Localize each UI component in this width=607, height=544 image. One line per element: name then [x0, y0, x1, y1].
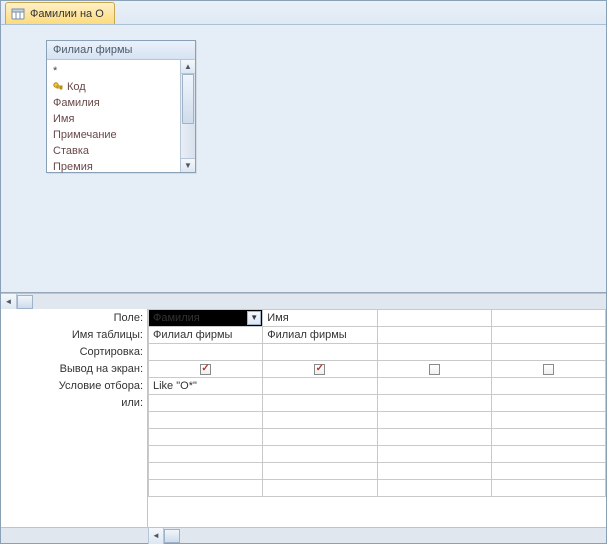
qbe-cell-table[interactable] — [491, 327, 605, 344]
qbe-cell-sort[interactable] — [149, 344, 263, 361]
design-pane-hscroll[interactable]: ◄ — [1, 293, 606, 309]
qbe-cell-blank[interactable] — [377, 480, 491, 497]
show-checkbox[interactable] — [267, 364, 372, 375]
field-label: Фамилия — [53, 97, 100, 109]
qbe-cell-blank[interactable] — [377, 463, 491, 480]
title-strip: Фамилии на О — [1, 1, 606, 25]
field-label: Премия — [53, 161, 93, 173]
qbe-cell-show[interactable] — [377, 361, 491, 378]
qbe-cell-or[interactable] — [377, 395, 491, 412]
qbe-cell-blank[interactable] — [491, 480, 605, 497]
qbe-hscroll-left-button[interactable]: ◄ — [148, 528, 164, 544]
label-criteria: Условие отбора: — [1, 377, 147, 394]
label-show: Вывод на экран: — [1, 360, 147, 377]
qbe-cell-blank[interactable] — [377, 429, 491, 446]
qbe-cell-blank[interactable] — [263, 463, 377, 480]
qbe-cell-blank[interactable] — [491, 429, 605, 446]
field-row[interactable]: Ставка — [47, 143, 180, 159]
qbe-cell-table[interactable] — [377, 327, 491, 344]
field-row[interactable]: Примечание — [47, 127, 180, 143]
field-row[interactable]: Имя — [47, 111, 180, 127]
qbe-cell-blank[interactable] — [377, 446, 491, 463]
primary-key-icon — [53, 82, 63, 92]
object-tab-title: Фамилии на О — [30, 8, 104, 20]
qbe-row-labels: Поле: Имя таблицы: Сортировка: Вывод на … — [1, 309, 148, 527]
field-row[interactable]: Фамилия — [47, 95, 180, 111]
qbe-cell-show[interactable] — [149, 361, 263, 378]
qbe-cell-value: Фамилия — [153, 312, 200, 324]
hscroll-left-button[interactable]: ◄ — [1, 294, 17, 310]
qbe-cell-blank[interactable] — [149, 480, 263, 497]
field-label: Имя — [53, 113, 74, 125]
scroll-up-button[interactable]: ▲ — [181, 60, 195, 74]
qbe-cell-or[interactable] — [263, 395, 377, 412]
table-card-title[interactable]: Филиал фирмы — [47, 41, 195, 60]
table-diagram-pane[interactable]: Филиал фирмы * Код Фамилия Имя Примечание Ста… — [1, 25, 606, 293]
show-checkbox[interactable] — [496, 364, 601, 375]
qbe-columns[interactable]: Фамилия ▼ИмяФилиал фирмыФилиал фирмы Like … — [148, 309, 606, 527]
qbe-grid: Поле: Имя таблицы: Сортировка: Вывод на … — [1, 309, 606, 543]
qbe-cell-show[interactable] — [263, 361, 377, 378]
qbe-cell-criteria[interactable] — [377, 378, 491, 395]
field-label: * — [53, 65, 57, 77]
qbe-cell-table[interactable]: Филиал фирмы — [149, 327, 263, 344]
qbe-cell-field[interactable] — [377, 310, 491, 327]
label-or: или: — [1, 394, 147, 411]
field-row[interactable]: * — [47, 63, 180, 79]
qbe-cell-sort[interactable] — [491, 344, 605, 361]
scroll-down-button[interactable]: ▼ — [181, 158, 195, 172]
qbe-cell-or[interactable] — [149, 395, 263, 412]
label-field: Поле: — [1, 309, 147, 326]
qbe-cell-field[interactable] — [491, 310, 605, 327]
qbe-cell-criteria[interactable] — [263, 378, 377, 395]
qbe-cell-blank[interactable] — [491, 446, 605, 463]
qbe-cell-sort[interactable] — [263, 344, 377, 361]
hscroll-thumb[interactable] — [17, 295, 33, 309]
qbe-cell-blank[interactable] — [263, 446, 377, 463]
table-card-scrollbar[interactable]: ▲ ▼ — [180, 60, 195, 172]
qbe-cell-blank[interactable] — [149, 412, 263, 429]
table-card-body: * Код Фамилия Имя Примечание Ставка Премия ▲ ▼ — [47, 60, 195, 172]
field-label: Ставка — [53, 145, 89, 157]
qbe-cell-blank[interactable] — [263, 429, 377, 446]
qbe-cell-criteria[interactable] — [491, 378, 605, 395]
qbe-cell-blank[interactable] — [263, 412, 377, 429]
qbe-cell-blank[interactable] — [263, 480, 377, 497]
qbe-cell-or[interactable] — [491, 395, 605, 412]
table-card[interactable]: Филиал фирмы * Код Фамилия Имя Примечание Ста… — [46, 40, 196, 173]
field-list[interactable]: * Код Фамилия Имя Примечание Ставка Премия — [47, 60, 180, 172]
qbe-cell-blank[interactable] — [491, 412, 605, 429]
qbe-cell-blank[interactable] — [149, 446, 263, 463]
query-icon — [11, 7, 25, 21]
show-checkbox[interactable] — [382, 364, 487, 375]
qbe-cell-blank[interactable] — [491, 463, 605, 480]
qbe-hscroll[interactable]: ◄ — [1, 527, 606, 543]
field-label: Примечание — [53, 129, 117, 141]
qbe-cell-field[interactable]: Имя — [263, 310, 377, 327]
object-tab[interactable]: Фамилии на О — [5, 2, 115, 24]
qbe-cell-criteria[interactable]: Like "О*" — [149, 378, 263, 395]
scroll-thumb[interactable] — [182, 74, 194, 124]
field-label: Код — [67, 81, 86, 93]
show-checkbox[interactable] — [153, 364, 258, 375]
query-design-window: Фамилии на О Филиал фирмы * Код Фамилия Имя… — [0, 0, 607, 544]
qbe-cell-table[interactable]: Филиал фирмы — [263, 327, 377, 344]
qbe-cell-sort[interactable] — [377, 344, 491, 361]
qbe-hscroll-thumb[interactable] — [164, 529, 180, 543]
field-row[interactable]: Код — [47, 79, 180, 95]
label-sort: Сортировка: — [1, 343, 147, 360]
qbe-cell-blank[interactable] — [377, 412, 491, 429]
qbe-cell-blank[interactable] — [149, 463, 263, 480]
qbe-cell-blank[interactable] — [149, 429, 263, 446]
qbe-cell-show[interactable] — [491, 361, 605, 378]
qbe-cell-field[interactable]: Фамилия ▼ — [149, 310, 263, 327]
label-table: Имя таблицы: — [1, 326, 147, 343]
dropdown-button[interactable]: ▼ — [247, 311, 261, 325]
field-row[interactable]: Премия — [47, 159, 180, 175]
